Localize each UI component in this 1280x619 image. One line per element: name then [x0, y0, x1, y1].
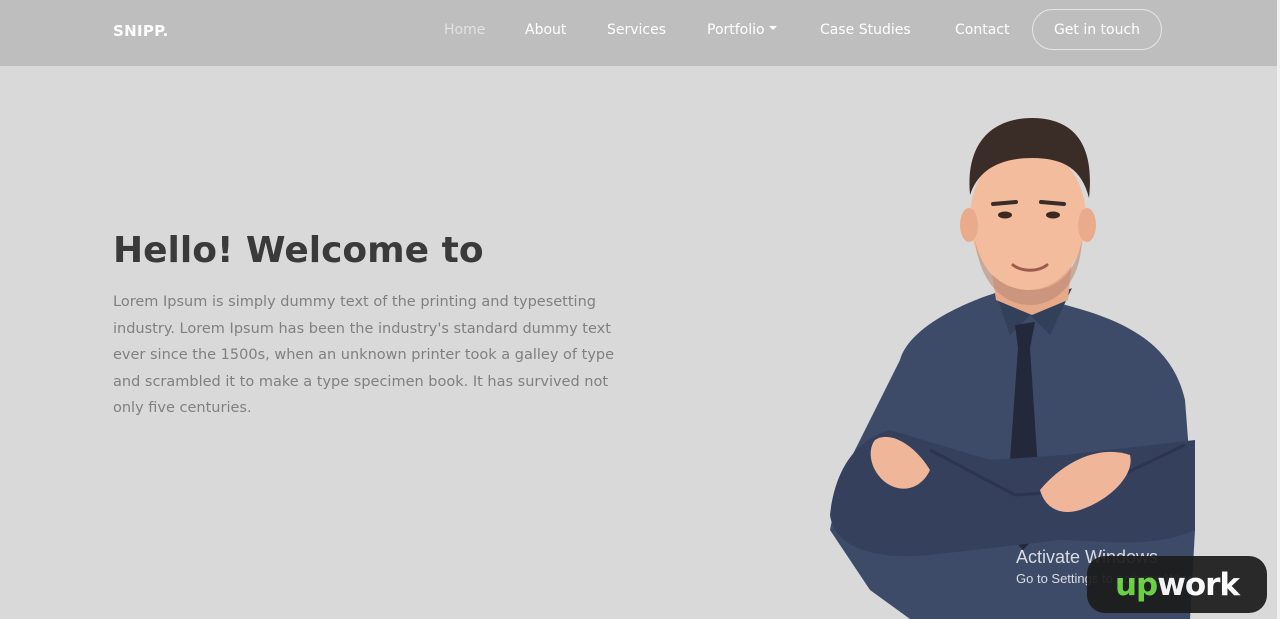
- nav-link-services[interactable]: Services: [607, 22, 666, 38]
- businessman-image: [830, 118, 1195, 619]
- nav-link-case-studies[interactable]: Case Studies: [820, 22, 911, 38]
- hero-description: Lorem Ipsum is simply dummy text of the …: [113, 294, 615, 417]
- nav-link-portfolio-label: Portfolio: [707, 22, 765, 38]
- nav-link-about[interactable]: About: [525, 22, 566, 38]
- brand-logo[interactable]: SNIPP.: [113, 22, 169, 40]
- hero-title: Hello! Welcome to: [113, 230, 484, 271]
- chevron-down-icon: [768, 26, 777, 30]
- nav-link-portfolio[interactable]: Portfolio: [707, 22, 777, 38]
- navbar: SNIPP. Home About Services Portfolio Cas…: [0, 0, 1277, 66]
- upwork-logo-work: work: [1157, 566, 1240, 603]
- upwork-logo-up: up: [1114, 566, 1158, 603]
- upwork-logo: up work: [1087, 556, 1267, 613]
- nav-link-home[interactable]: Home: [444, 22, 485, 38]
- get-in-touch-button[interactable]: Get in touch: [1032, 9, 1162, 50]
- nav-link-contact[interactable]: Contact: [955, 22, 1009, 38]
